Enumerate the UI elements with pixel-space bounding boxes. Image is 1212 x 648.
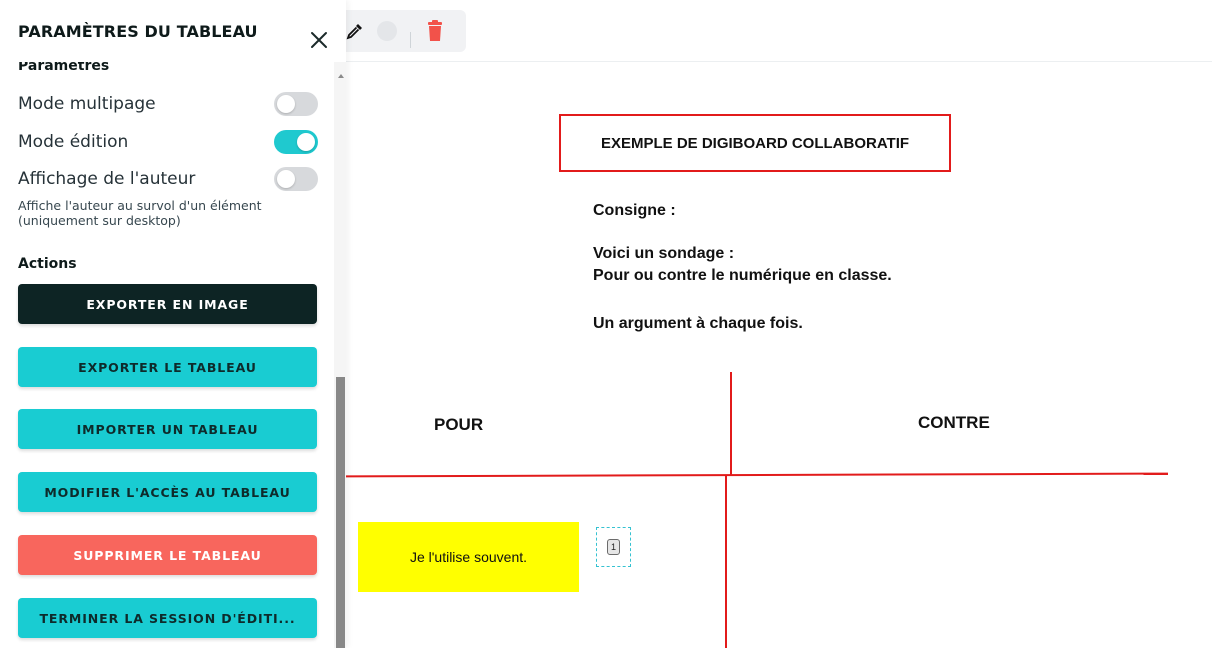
panel-title: PARAMÈTRES DU TABLEAU: [18, 21, 258, 41]
eyedropper-icon[interactable]: [344, 20, 366, 42]
column-pour-label: POUR: [434, 415, 484, 434]
board-toolbar: [336, 10, 466, 52]
board-title: EXEMPLE DE DIGIBOARD COLLABORATIF: [600, 134, 910, 152]
scroll-up-arrow-icon[interactable]: [338, 74, 344, 78]
actions-title: Actions: [18, 256, 77, 272]
toggle-knob: [277, 95, 295, 113]
panel-header: PARAMÈTRES DU TABLEAU: [0, 0, 346, 62]
divider-vertical-top: [730, 372, 732, 476]
setting-edit-mode: Mode édition: [18, 129, 318, 155]
export-image-button[interactable]: EXPORTER EN IMAGE: [18, 284, 317, 324]
instruction-line-3: Un argument à chaque fois.: [593, 315, 803, 332]
close-icon[interactable]: [306, 27, 332, 53]
sticky-note-text: Je l'utilise souvent.: [409, 549, 528, 565]
toggle-knob: [277, 170, 295, 188]
toggle-knob: [297, 133, 315, 151]
vote-counter[interactable]: 1: [596, 527, 631, 567]
toolbar-separator: [410, 32, 411, 48]
setting-author-display-label: Affichage de l'auteur: [18, 169, 196, 189]
sticky-note[interactable]: Je l'utilise souvent.: [358, 522, 579, 592]
setting-edit-mode-label: Mode édition: [18, 132, 129, 152]
setting-multipage-label: Mode multipage: [18, 94, 156, 114]
section-params-title: Paramètres: [18, 62, 110, 74]
edit-mode-toggle[interactable]: [274, 130, 318, 154]
author-display-hint: Affiche l'auteur au survol d'un élément …: [18, 198, 262, 228]
column-contre-label: CONTRE: [918, 413, 990, 432]
settings-panel: PARAMÈTRES DU TABLEAU Paramètres Mode mu…: [0, 0, 346, 648]
import-board-button[interactable]: IMPORTER UN TABLEAU: [18, 409, 317, 449]
color-circle-icon[interactable]: [376, 20, 398, 42]
delete-board-button[interactable]: SUPPRIMER LE TABLEAU: [18, 535, 317, 575]
divider-horizontal: [345, 472, 1169, 478]
multipage-toggle[interactable]: [274, 92, 318, 116]
setting-multipage: Mode multipage: [18, 91, 318, 117]
board-title-box[interactable]: EXEMPLE DE DIGIBOARD COLLABORATIF: [559, 114, 951, 172]
instruction-line-1: Voici un sondage :: [593, 245, 735, 262]
trash-icon[interactable]: [424, 20, 446, 42]
consigne-label: Consigne :: [593, 202, 676, 219]
export-board-button[interactable]: EXPORTER LE TABLEAU: [18, 347, 317, 387]
modify-access-button[interactable]: MODIFIER L'ACCÈS AU TABLEAU: [18, 472, 317, 512]
instruction-line-2: Pour ou contre le numérique en classe.: [593, 267, 892, 284]
panel-scrollbar-thumb[interactable]: [336, 377, 345, 648]
author-display-toggle[interactable]: [274, 167, 318, 191]
end-edit-session-button[interactable]: TERMINER LA SESSION D'ÉDITI...: [18, 598, 317, 638]
setting-author-display: Affichage de l'auteur: [18, 166, 318, 192]
panel-body: Paramètres Mode multipage Mode édition A…: [0, 62, 334, 648]
vote-count-badge: 1: [607, 539, 620, 555]
divider-vertical-bottom: [725, 476, 727, 648]
